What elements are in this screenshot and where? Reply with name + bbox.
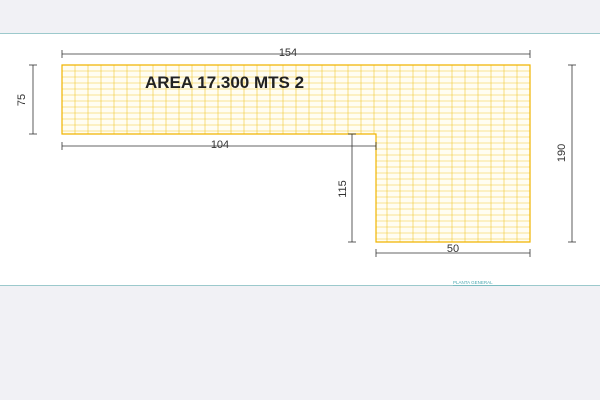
- area-label: AREA 17.300 MTS 2: [145, 73, 304, 92]
- dimension-bottom-label: 50: [447, 243, 459, 255]
- dimension-right-label: 190: [556, 144, 568, 162]
- dimension-top-label: 154: [279, 47, 297, 59]
- dimension-left-label: 75: [16, 94, 28, 106]
- dimension-inner-height-label: 115: [337, 180, 349, 198]
- drawing-sheet: 154 75 104 115 50 190 AREA 17.300 MTS 2 …: [0, 33, 600, 286]
- dimension-right: [568, 64, 576, 243]
- floor-plan: 154 75 104 115 50 190 AREA 17.300 MTS 2 …: [16, 47, 576, 286]
- dimension-inner-height: [348, 133, 356, 243]
- dimension-inner-width-label: 104: [211, 139, 229, 151]
- drawing-caption: PLANTA GENERAL: [453, 280, 493, 285]
- dimension-left: [29, 64, 37, 135]
